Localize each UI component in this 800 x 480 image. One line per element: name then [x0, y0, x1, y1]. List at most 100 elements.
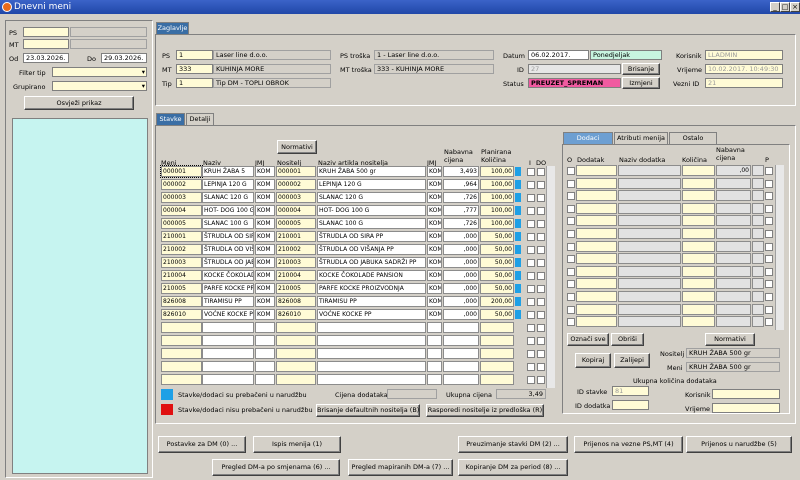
dodatak-cell[interactable] — [716, 291, 751, 302]
row-i-checkbox[interactable] — [527, 220, 535, 228]
table-cell-naziv[interactable]: TIRAMISU PP — [202, 296, 254, 307]
dodatak-cell[interactable] — [716, 228, 751, 239]
dodatak-cell[interactable] — [618, 215, 681, 226]
dodatak-cell[interactable] — [682, 178, 715, 189]
dodatak-cell[interactable] — [752, 190, 764, 201]
table-cell-naziv[interactable]: HOT- DOG 100 G — [202, 205, 254, 216]
row-i-checkbox[interactable] — [527, 181, 535, 189]
table-cell-cijena[interactable] — [443, 322, 479, 333]
datum-input[interactable]: 06.02.2017. — [528, 50, 589, 60]
table-cell-naziv[interactable] — [202, 335, 254, 346]
row-i-checkbox[interactable] — [527, 194, 535, 202]
table-cell-jmj2[interactable] — [427, 348, 442, 359]
table-cell-cijena[interactable]: ,000 — [443, 309, 479, 320]
table-cell-kol[interactable]: 50,00 — [480, 244, 514, 255]
table-cell-naz2[interactable]: ŠTRUDLA OD JABUKA SADRŽI PP — [317, 257, 426, 268]
dodatak-cell[interactable] — [618, 165, 681, 176]
table-cell-meni[interactable]: 210005 — [161, 283, 202, 294]
dodatak-p-checkbox[interactable] — [765, 167, 773, 175]
table-cell-naz2[interactable]: HOT- DOG 100 G — [317, 205, 426, 216]
row-do-checkbox[interactable] — [537, 168, 545, 176]
table-cell-cijena[interactable]: ,000 — [443, 283, 479, 294]
dodatak-cell[interactable] — [752, 215, 764, 226]
dodatak-cell[interactable] — [752, 266, 764, 277]
ispis-menija-button[interactable]: Ispis menija (1) — [253, 436, 341, 453]
tab-ostalo[interactable]: Ostalo — [669, 132, 717, 144]
row-do-checkbox[interactable] — [537, 220, 545, 228]
table-cell-nos[interactable]: 000002 — [276, 179, 316, 190]
dodatak-cell[interactable] — [752, 178, 764, 189]
tab-zaglavlje[interactable]: Zaglavlje — [156, 22, 189, 34]
dodatak-cell[interactable] — [618, 178, 681, 189]
row-do-checkbox[interactable] — [537, 376, 545, 384]
table-cell-kol[interactable] — [480, 374, 514, 385]
table-cell-naziv[interactable]: ŠTRUDLA OD VIŠNJA — [202, 244, 254, 255]
dodatak-cell[interactable] — [576, 316, 617, 327]
dodatak-cell[interactable] — [752, 253, 764, 264]
tab-dodaci[interactable]: Dodaci — [563, 132, 613, 144]
table-cell-jmj[interactable] — [255, 374, 275, 385]
dodatak-select-checkbox[interactable] — [567, 205, 575, 213]
ps-input[interactable] — [23, 27, 69, 37]
row-do-checkbox[interactable] — [537, 194, 545, 202]
chevron-down-icon[interactable]: ▾ — [142, 68, 145, 76]
table-cell-naz2[interactable]: ŠTRUDLA OD SIRA PP — [317, 231, 426, 242]
do-date-input[interactable]: 29.03.2026. — [101, 53, 147, 63]
dodatak-p-checkbox[interactable] — [765, 230, 773, 238]
dodatak-p-checkbox[interactable] — [765, 280, 773, 288]
table-cell-jmj[interactable]: KOM — [255, 296, 275, 307]
table-cell-jmj[interactable]: KOM — [255, 244, 275, 255]
dodatak-p-checkbox[interactable] — [765, 243, 773, 251]
dodatak-p-checkbox[interactable] — [765, 268, 773, 276]
table-cell-meni[interactable]: 826008 — [161, 296, 202, 307]
tab-atributi-menija[interactable]: Atributi menija — [614, 132, 668, 144]
row-do-checkbox[interactable] — [537, 298, 545, 306]
row-i-checkbox[interactable] — [527, 207, 535, 215]
table-cell-cijena[interactable]: ,000 — [443, 231, 479, 242]
table-cell-jmj[interactable] — [255, 335, 275, 346]
dodatak-select-checkbox[interactable] — [567, 243, 575, 251]
row-i-checkbox[interactable] — [527, 272, 535, 280]
table-cell-naziv[interactable] — [202, 374, 254, 385]
normativi-button[interactable]: Normativi — [705, 333, 755, 346]
dodatak-cell[interactable] — [682, 165, 715, 176]
dodatak-cell[interactable] — [618, 228, 681, 239]
dodatak-cell[interactable] — [618, 241, 681, 252]
table-cell-cijena[interactable]: ,726 — [443, 218, 479, 229]
dodatak-select-checkbox[interactable] — [567, 192, 575, 200]
row-i-checkbox[interactable] — [527, 337, 535, 345]
table-cell-jmj2[interactable] — [427, 335, 442, 346]
row-do-checkbox[interactable] — [537, 285, 545, 293]
dodatak-cell[interactable]: ,00 — [716, 165, 751, 176]
od-date-input[interactable]: 23.03.2026. — [23, 53, 69, 63]
dodatak-cell[interactable] — [682, 266, 715, 277]
table-cell-cijena[interactable]: ,000 — [443, 244, 479, 255]
table-cell-jmj2[interactable]: KOM — [427, 257, 442, 268]
dodatak-cell[interactable] — [576, 241, 617, 252]
table-cell-jmj[interactable]: KOM — [255, 179, 275, 190]
table-cell-nos[interactable]: 210003 — [276, 257, 316, 268]
table-cell-jmj2[interactable]: KOM — [427, 231, 442, 242]
dodatak-cell[interactable] — [752, 304, 764, 315]
dodatak-cell[interactable] — [576, 304, 617, 315]
table-cell-jmj[interactable] — [255, 322, 275, 333]
grupirano-select[interactable]: ▾ — [52, 81, 147, 91]
table-cell-cijena[interactable] — [443, 374, 479, 385]
table-cell-kol[interactable]: 100,00 — [480, 192, 514, 203]
header-tip-input[interactable]: 1 — [176, 78, 213, 88]
table-cell-meni[interactable]: 000003 — [161, 192, 202, 203]
dodatak-cell[interactable] — [752, 316, 764, 327]
table-cell-kol[interactable]: 100,00 — [480, 218, 514, 229]
table-cell-kol[interactable]: 100,00 — [480, 205, 514, 216]
row-i-checkbox[interactable] — [527, 168, 535, 176]
row-i-checkbox[interactable] — [527, 376, 535, 384]
table-cell-kol[interactable] — [480, 322, 514, 333]
table-cell-jmj[interactable]: KOM — [255, 218, 275, 229]
dodatak-cell[interactable] — [576, 165, 617, 176]
dodatak-cell[interactable] — [682, 316, 715, 327]
table-cell-jmj2[interactable]: KOM — [427, 244, 442, 255]
row-do-checkbox[interactable] — [537, 272, 545, 280]
table-cell-meni[interactable] — [161, 361, 202, 372]
dodatak-cell[interactable] — [752, 241, 764, 252]
row-do-checkbox[interactable] — [537, 246, 545, 254]
